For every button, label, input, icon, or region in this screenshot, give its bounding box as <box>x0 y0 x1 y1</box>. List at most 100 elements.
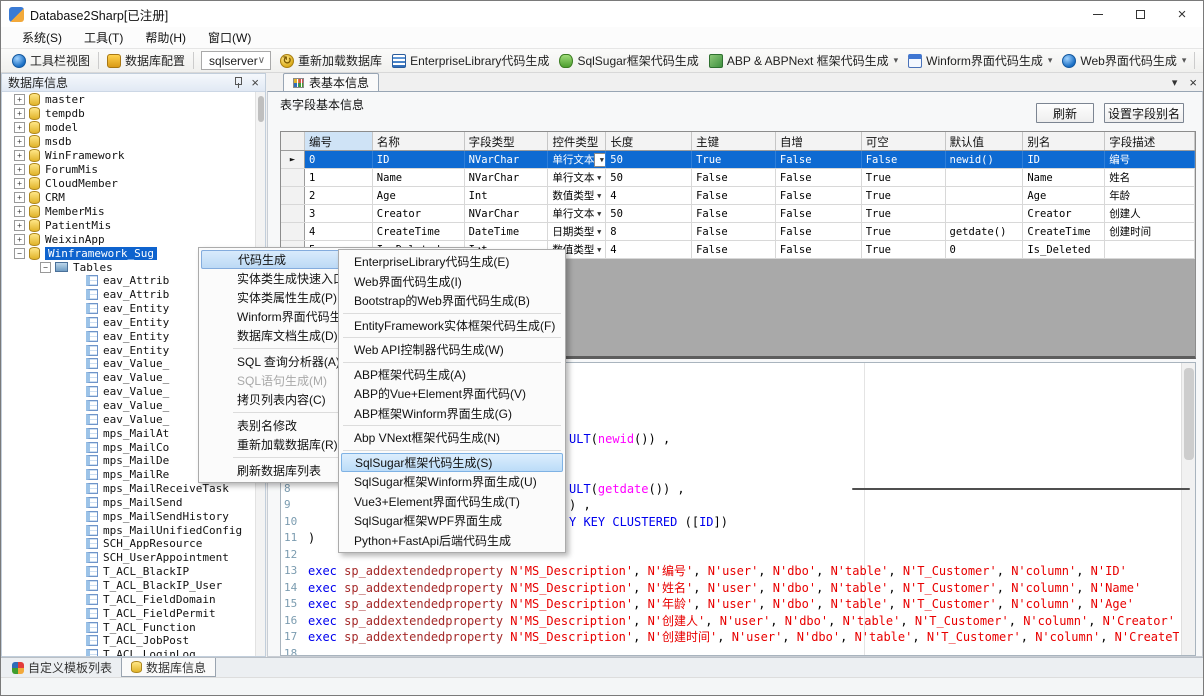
grid-cell[interactable] <box>946 169 1024 186</box>
menubar-item-0[interactable]: 系统(S) <box>11 27 73 48</box>
grid-cell[interactable]: NVarChar <box>465 151 549 168</box>
row-header-cell[interactable]: ► <box>281 151 305 168</box>
grid-cell[interactable] <box>1105 241 1195 258</box>
grid-cell[interactable]: Int <box>465 187 549 204</box>
column-header-字段描述[interactable]: 字段描述 <box>1105 132 1195 150</box>
submenu-item-ABP框架代码生成(A)[interactable]: ABP框架代码生成(A) <box>341 365 563 385</box>
grid-cell[interactable]: True <box>862 241 946 258</box>
grid-cell[interactable]: 创建人 <box>1105 205 1195 222</box>
column-header-名称[interactable]: 名称 <box>373 132 465 150</box>
toolbar-button-工具栏视图[interactable]: 工具栏视图 <box>7 50 95 71</box>
tree-node-msdb[interactable]: +msdb <box>2 134 255 148</box>
expand-toggle-icon[interactable]: + <box>14 150 25 161</box>
tree-node-CRM[interactable]: +CRM <box>2 190 255 204</box>
toolbar-button-Winform界面代码生成[interactable]: Winform界面代码生成▾ <box>903 50 1057 71</box>
tree-node-mps_MailSend[interactable]: mps_MailSend <box>2 496 255 510</box>
grid-cell[interactable]: True <box>862 169 946 186</box>
row-header-cell[interactable] <box>281 223 305 240</box>
tree-node-WeixinApp[interactable]: +WeixinApp <box>2 232 255 246</box>
column-header-编号[interactable]: 编号 <box>305 132 373 150</box>
grid-cell[interactable]: Name <box>1023 169 1105 186</box>
tree-node-WinFramework[interactable]: +WinFramework <box>2 148 255 162</box>
dropdown-arrow-icon[interactable]: ▼ <box>597 174 601 182</box>
grid-cell[interactable]: False <box>692 205 776 222</box>
tree-node-T_ACL_BlackIP_User[interactable]: T_ACL_BlackIP_User <box>2 579 255 593</box>
database-type-combobox[interactable]: sqlserver∨ <box>201 51 271 70</box>
tree-node-T_ACL_JobPost[interactable]: T_ACL_JobPost <box>2 634 255 648</box>
submenu-item-Vue3+Element界面代码生成(T)[interactable]: Vue3+Element界面代码生成(T) <box>341 492 563 512</box>
grid-cell[interactable]: ID <box>373 151 465 168</box>
grid-cell[interactable]: 编号 <box>1105 151 1195 168</box>
grid-cell[interactable]: False <box>776 151 862 168</box>
tree-node-mps_MailReceiveTask[interactable]: mps_MailReceiveTask <box>2 482 255 496</box>
expand-toggle-icon[interactable]: + <box>14 234 25 245</box>
dropdown-arrow-icon[interactable]: ▼ <box>594 153 606 167</box>
submenu-item-SqlSugar框架WPF界面生成[interactable]: SqlSugar框架WPF界面生成 <box>341 511 563 531</box>
editor-scrollbar-thumb[interactable] <box>1184 368 1194 460</box>
grid-cell[interactable]: 创建时间 <box>1105 223 1195 240</box>
expand-toggle-icon[interactable]: + <box>14 108 25 119</box>
tree-node-T_ACL_BlackIP[interactable]: T_ACL_BlackIP <box>2 565 255 579</box>
tree-node-T_ACL_LoginLog[interactable]: T_ACL_LoginLog <box>2 648 255 656</box>
tree-node-mps_MailUnifiedConfig[interactable]: mps_MailUnifiedConfig <box>2 523 255 537</box>
grid-cell[interactable]: 单行文本▼ <box>548 151 606 168</box>
tree-node-T_ACL_FieldDomain[interactable]: T_ACL_FieldDomain <box>2 592 255 606</box>
submenu-item-SqlSugar框架代码生成(S)[interactable]: SqlSugar框架代码生成(S) <box>341 453 563 473</box>
grid-cell[interactable]: True <box>692 151 776 168</box>
grid-cell[interactable]: False <box>776 169 862 186</box>
column-header-主键[interactable]: 主键 <box>692 132 776 150</box>
grid-cell[interactable]: getdate() <box>946 223 1024 240</box>
dropdown-arrow-icon[interactable]: ▼ <box>597 210 601 218</box>
grid-cell[interactable]: ID <box>1023 151 1105 168</box>
grid-cell[interactable]: 50 <box>606 169 692 186</box>
tab-list-dropdown-icon[interactable]: ▾ <box>1172 76 1178 89</box>
panel-close-icon[interactable]: × <box>251 76 259 89</box>
dropdown-arrow-icon[interactable]: ▼ <box>597 192 601 200</box>
grid-cell[interactable]: DateTime <box>465 223 549 240</box>
menubar-item-1[interactable]: 工具(T) <box>73 27 134 48</box>
column-header-字段类型[interactable]: 字段类型 <box>465 132 549 150</box>
menubar-item-3[interactable]: 窗口(W) <box>197 27 262 48</box>
grid-cell[interactable]: 年龄 <box>1105 187 1195 204</box>
grid-cell[interactable]: NVarChar <box>465 205 549 222</box>
grid-cell[interactable]: False <box>692 169 776 186</box>
tab-table-basic-info[interactable]: 表基本信息 <box>283 73 379 91</box>
expand-toggle-icon[interactable]: + <box>14 136 25 147</box>
column-header-别名[interactable]: 别名 <box>1023 132 1105 150</box>
grid-cell[interactable]: 2 <box>305 187 373 204</box>
grid-cell[interactable]: 0 <box>305 151 373 168</box>
pin-icon[interactable] <box>233 77 243 88</box>
grid-cell[interactable]: 50 <box>606 205 692 222</box>
minimize-button[interactable] <box>1077 1 1119 27</box>
toolbar-button-SqlSugar框架代码生成[interactable]: SqlSugar框架代码生成 <box>554 50 703 71</box>
dropdown-arrow-icon[interactable]: ▼ <box>597 246 601 254</box>
grid-cell[interactable]: True <box>862 187 946 204</box>
refresh-button[interactable]: 刷新 <box>1036 103 1094 123</box>
grid-cell[interactable]: 日期类型▼ <box>548 223 606 240</box>
grid-cell[interactable]: Creator <box>1023 205 1105 222</box>
grid-cell[interactable] <box>946 205 1024 222</box>
grid-cell[interactable]: 50 <box>606 151 692 168</box>
column-header-长度[interactable]: 长度 <box>606 132 692 150</box>
grid-cell[interactable]: Creator <box>373 205 465 222</box>
tree-node-T_ACL_Function[interactable]: T_ACL_Function <box>2 620 255 634</box>
tree-node-MemberMis[interactable]: +MemberMis <box>2 204 255 218</box>
maximize-button[interactable] <box>1119 1 1161 27</box>
tree-node-SCH_UserAppointment[interactable]: SCH_UserAppointment <box>2 551 255 565</box>
tree-node-CloudMember[interactable]: +CloudMember <box>2 176 255 190</box>
close-document-icon[interactable]: × <box>1189 75 1197 90</box>
expand-toggle-icon[interactable]: + <box>14 164 25 175</box>
column-header-默认值[interactable]: 默认值 <box>946 132 1024 150</box>
expand-toggle-icon[interactable]: − <box>40 262 51 273</box>
grid-cell[interactable]: 8 <box>606 223 692 240</box>
toolbar-button-Web界面代码生成[interactable]: Web界面代码生成▾ <box>1057 50 1191 71</box>
grid-cell[interactable]: False <box>692 187 776 204</box>
tree-node-ForumMis[interactable]: +ForumMis <box>2 162 255 176</box>
toolbar-button-ABP & ABPNext 框架代码生成[interactable]: ABP & ABPNext 框架代码生成▾ <box>704 50 903 71</box>
toolbar-button-数据库配置[interactable]: 数据库配置 <box>102 50 190 71</box>
editor-vertical-scrollbar[interactable] <box>1181 363 1195 655</box>
submenu-item-ABP的Vue+Element界面代码(V)[interactable]: ABP的Vue+Element界面代码(V) <box>341 384 563 404</box>
expand-toggle-icon[interactable]: + <box>14 206 25 217</box>
grid-cell[interactable]: False <box>776 205 862 222</box>
grid-cell[interactable]: NVarChar <box>465 169 549 186</box>
